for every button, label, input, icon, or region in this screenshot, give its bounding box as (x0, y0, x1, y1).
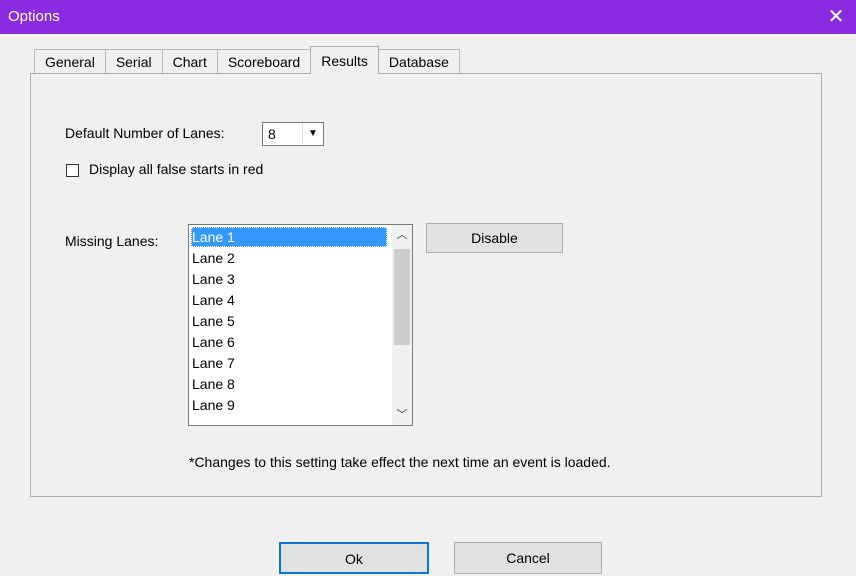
lane-item[interactable]: Lane 4 (191, 290, 387, 310)
false-starts-label: Display all false starts in red (89, 161, 264, 177)
lane-item[interactable]: Lane 5 (191, 311, 387, 331)
tab-results[interactable]: Results (310, 46, 379, 74)
tab-serial[interactable]: Serial (104, 49, 163, 74)
lane-item[interactable]: Lane 8 (191, 374, 387, 394)
lane-item[interactable]: Lane 3 (191, 269, 387, 289)
chevron-down-icon[interactable]: ﹀ (392, 405, 412, 425)
tab-chart[interactable]: Chart (161, 49, 218, 74)
tab-scoreboard[interactable]: Scoreboard (216, 49, 312, 74)
cancel-button[interactable]: Cancel (454, 542, 602, 574)
lane-item[interactable]: Lane 2 (191, 248, 387, 268)
list-scrollbar[interactable]: ︿ ﹀ (392, 225, 412, 425)
default-lanes-label: Default Number of Lanes: (65, 125, 225, 141)
results-panel: Default Number of Lanes: 8 ▼ Display all… (30, 73, 822, 497)
lane-item[interactable]: Lane 1 (191, 227, 387, 247)
missing-lanes-list[interactable]: Lane 1 Lane 2 Lane 3 Lane 4 Lane 5 Lane … (188, 224, 413, 426)
tab-strip: General Serial Chart Scoreboard Results … (34, 46, 460, 74)
tab-general[interactable]: General (34, 49, 106, 74)
scroll-thumb[interactable] (394, 249, 410, 345)
ok-button[interactable]: Ok (279, 542, 429, 574)
lane-item[interactable]: Lane 6 (191, 332, 387, 352)
false-starts-checkbox[interactable] (66, 164, 79, 177)
default-lanes-select[interactable]: 8 ▼ (262, 122, 324, 146)
chevron-down-icon[interactable]: ▼ (302, 123, 323, 145)
title-bar: Options ✕ (0, 0, 856, 34)
lane-item[interactable]: Lane 7 (191, 353, 387, 373)
close-icon[interactable]: ✕ (816, 0, 856, 34)
disable-button[interactable]: Disable (426, 223, 563, 253)
window-title: Options (8, 8, 60, 25)
default-lanes-value: 8 (268, 126, 276, 142)
chevron-up-icon[interactable]: ︿ (392, 225, 412, 245)
lane-item[interactable]: Lane 9 (191, 395, 387, 415)
settings-note: *Changes to this setting take effect the… (189, 454, 611, 470)
tab-database[interactable]: Database (377, 49, 460, 74)
missing-lanes-label: Missing Lanes: (65, 233, 159, 249)
